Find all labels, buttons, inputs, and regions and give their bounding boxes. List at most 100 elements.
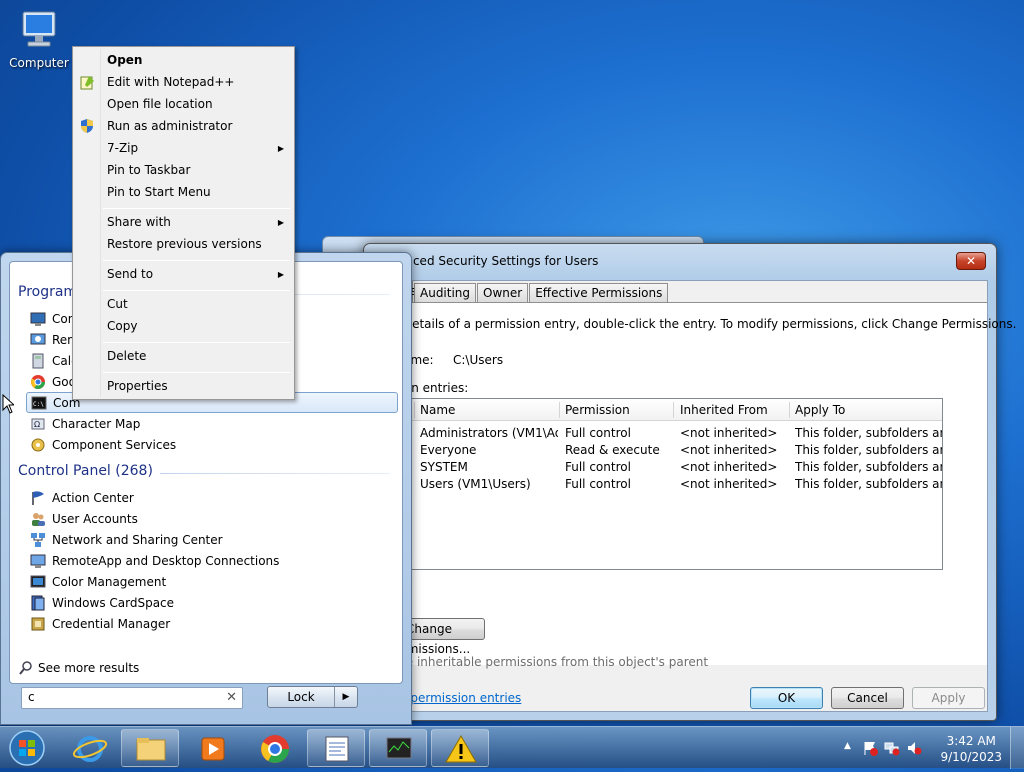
apply-button[interactable]: Apply bbox=[912, 687, 985, 709]
remote-desktop-icon bbox=[30, 332, 46, 348]
color-management-icon bbox=[30, 574, 46, 590]
taskbar-wordpad[interactable] bbox=[307, 729, 365, 767]
control-panel-label: User Accounts bbox=[52, 511, 138, 526]
control-panel-header: Control Panel (268) bbox=[18, 463, 153, 479]
menu-item-run-as-admin[interactable]: Run as administrator bbox=[107, 119, 232, 133]
control-panel-label: Windows CardSpace bbox=[52, 595, 175, 610]
menu-item-copy[interactable]: Copy bbox=[107, 319, 137, 333]
control-panel-label: Color Management bbox=[52, 574, 167, 589]
menu-item-share-with[interactable]: Share with bbox=[107, 215, 171, 229]
cancel-button[interactable]: Cancel bbox=[831, 687, 904, 709]
cell-apply-to: This folder, subfolders and... bbox=[795, 460, 942, 474]
table-row[interactable]: ow Administrators (VM1\Admi... Full cont… bbox=[374, 424, 942, 441]
show-desktop-button[interactable] bbox=[1010, 727, 1024, 769]
table-row[interactable]: ow Everyone Read & execute <not inherite… bbox=[374, 441, 942, 458]
wordpad-icon bbox=[325, 736, 349, 762]
cell-inherited: <not inherited> bbox=[680, 443, 778, 457]
table-row[interactable]: ow Users (VM1\Users) Full control <not i… bbox=[374, 475, 942, 492]
clock[interactable]: 3:42 AM 9/10/2023 bbox=[940, 733, 1002, 765]
menu-item-pin-start[interactable]: Pin to Start Menu bbox=[107, 185, 211, 199]
permission-entries-table[interactable]: pe Name Permission Inherited From Apply … bbox=[373, 398, 943, 570]
taskbar-task-manager[interactable] bbox=[369, 729, 427, 767]
program-item[interactable]: Component Services bbox=[26, 434, 398, 455]
task-manager-icon bbox=[386, 737, 412, 759]
volume-muted-icon[interactable] bbox=[906, 740, 922, 759]
remoteapp-icon bbox=[30, 553, 46, 569]
control-panel-item[interactable]: Action Center bbox=[26, 487, 398, 508]
instructions-text: view details of a permission entry, doub… bbox=[373, 317, 1017, 331]
tab-effective-permissions[interactable]: Effective Permissions bbox=[529, 283, 669, 302]
submenu-arrow-icon: ▶ bbox=[277, 144, 284, 153]
control-panel-label: Credential Manager bbox=[52, 616, 171, 631]
taskbar-warning-window[interactable] bbox=[431, 729, 489, 767]
control-panel-label: Network and Sharing Center bbox=[52, 532, 223, 547]
taskbar-media-player[interactable] bbox=[183, 729, 241, 767]
tab-owner[interactable]: Owner bbox=[477, 283, 529, 302]
advanced-security-dialog: anced Security Settings for Users ✕ issi… bbox=[363, 243, 1016, 721]
menu-item-open-file-location[interactable]: Open file location bbox=[107, 97, 213, 111]
cell-name: Everyone bbox=[420, 443, 477, 457]
menu-item-edit-notepad[interactable]: Edit with Notepad++ bbox=[107, 75, 234, 89]
menu-item-properties[interactable]: Properties bbox=[107, 379, 168, 393]
cell-apply-to: This folder, subfolders and... bbox=[795, 443, 942, 457]
table-row[interactable]: ow SYSTEM Full control <not inherited> T… bbox=[374, 458, 942, 475]
lock-button[interactable]: Lock ▶ bbox=[267, 686, 358, 708]
show-hidden-icons-arrow[interactable]: ▲ bbox=[844, 741, 851, 751]
shutdown-options-arrow-icon[interactable]: ▶ bbox=[335, 687, 357, 707]
menu-item-pin-taskbar[interactable]: Pin to Taskbar bbox=[107, 163, 190, 177]
see-more-results-link[interactable]: See more results bbox=[18, 660, 139, 676]
network-icon[interactable] bbox=[884, 740, 900, 759]
menu-item-open[interactable]: Open bbox=[107, 53, 142, 67]
credential-manager-icon bbox=[30, 616, 46, 632]
context-menu: Open Edit with Notepad++ Open file locat… bbox=[72, 46, 295, 400]
lock-label[interactable]: Lock bbox=[268, 687, 335, 707]
mouse-cursor-icon bbox=[2, 393, 16, 417]
cell-permission: Read & execute bbox=[565, 443, 660, 457]
menu-item-delete[interactable]: Delete bbox=[107, 349, 146, 363]
menu-item-cut[interactable]: Cut bbox=[107, 297, 128, 311]
taskbar-explorer[interactable] bbox=[121, 729, 179, 767]
control-panel-item[interactable]: User Accounts bbox=[26, 508, 398, 529]
col-apply-to[interactable]: Apply To bbox=[795, 403, 845, 417]
cell-permission: Full control bbox=[565, 426, 631, 440]
clock-date: 9/10/2023 bbox=[940, 750, 1002, 764]
col-name[interactable]: Name bbox=[420, 403, 455, 417]
program-label: Character Map bbox=[52, 416, 141, 431]
control-panel-item[interactable]: Credential Manager bbox=[26, 613, 398, 634]
close-button[interactable]: ✕ bbox=[956, 252, 986, 270]
tab-auditing[interactable]: Auditing bbox=[414, 283, 477, 302]
clear-search-icon[interactable]: ✕ bbox=[226, 690, 237, 705]
taskbar-chrome[interactable] bbox=[245, 729, 303, 767]
search-icon bbox=[18, 660, 34, 676]
cell-name: SYSTEM bbox=[420, 460, 468, 474]
control-panel-item[interactable]: RemoteApp and Desktop Connections bbox=[26, 550, 398, 571]
cell-inherited: <not inherited> bbox=[680, 460, 778, 474]
submenu-arrow-icon: ▶ bbox=[277, 270, 284, 279]
control-panel-item[interactable]: Network and Sharing Center bbox=[26, 529, 398, 550]
include-inheritable-checkbox-label[interactable]: nclude inheritable permissions from this… bbox=[373, 655, 708, 669]
col-inherited-from[interactable]: Inherited From bbox=[680, 403, 768, 417]
taskbar-ie[interactable] bbox=[60, 729, 118, 767]
warning-icon bbox=[445, 734, 477, 763]
action-center-flag-icon[interactable] bbox=[862, 740, 878, 759]
clock-time: 3:42 AM bbox=[946, 734, 996, 748]
chrome-icon bbox=[30, 374, 46, 390]
control-panel-item[interactable]: Windows CardSpace bbox=[26, 592, 398, 613]
permissions-panel: view details of a permission entry, doub… bbox=[373, 302, 1016, 705]
users-icon bbox=[30, 511, 46, 527]
start-button[interactable] bbox=[4, 727, 50, 769]
computer-desktop-icon[interactable]: Computer bbox=[8, 8, 70, 70]
program-item[interactable]: Ω Character Map bbox=[26, 413, 398, 434]
cell-inherited: <not inherited> bbox=[680, 477, 778, 491]
cell-apply-to: This folder, subfolders and... bbox=[795, 477, 942, 491]
table-header: pe Name Permission Inherited From Apply … bbox=[374, 399, 942, 421]
system-tray: ▲ 3:42 AM 9/10/2023 bbox=[834, 727, 1024, 769]
control-panel-item[interactable]: Color Management bbox=[26, 571, 398, 592]
col-permission[interactable]: Permission bbox=[565, 403, 630, 417]
start-search-input[interactable]: c ✕ bbox=[21, 687, 243, 709]
menu-item-7zip[interactable]: 7-Zip bbox=[107, 141, 138, 155]
programs-header: Program bbox=[18, 284, 78, 300]
ok-button[interactable]: OK bbox=[750, 687, 823, 709]
menu-item-send-to[interactable]: Send to bbox=[107, 267, 153, 281]
menu-item-restore-versions[interactable]: Restore previous versions bbox=[107, 237, 262, 251]
